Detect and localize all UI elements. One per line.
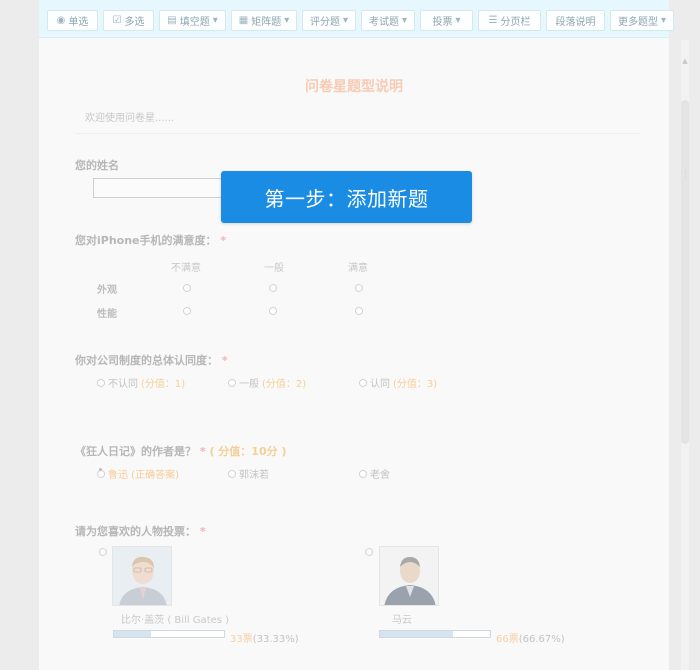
vote-progress-bar — [113, 630, 225, 638]
matrix-column-label: 不满意 — [171, 263, 201, 274]
dropdown-arrow-icon: ▾ — [660, 15, 667, 26]
matrix-radio[interactable] — [269, 307, 277, 315]
matrix-row-label: 外观 — [97, 285, 117, 296]
matrix-icon: ▦ — [238, 15, 249, 26]
survey-title[interactable]: 问卷星题型说明 — [39, 76, 669, 96]
multiple-choice-button[interactable]: ☑ 多选 — [103, 10, 154, 31]
matrix-column-label: 满意 — [348, 263, 368, 274]
fill-blank-button[interactable]: ▤ 填空题 ▾ — [159, 10, 226, 31]
q3-option[interactable]: 不认同 (分值：1) — [97, 375, 185, 390]
radio-button-checked[interactable] — [97, 469, 105, 478]
q5-title[interactable]: 请为您喜欢的人物投票： * — [75, 523, 206, 539]
vote-progress-fill — [380, 631, 454, 637]
q3-option[interactable]: 认同 (分值：3) — [359, 375, 437, 390]
matrix-radio[interactable] — [269, 284, 277, 292]
matrix-row-label: 性能 — [97, 309, 117, 320]
q4-option-correct[interactable]: 鲁迅 (正确答案) — [97, 466, 179, 481]
vote-progress-bar — [379, 630, 491, 638]
portrait-image — [113, 547, 171, 605]
matrix-radio[interactable] — [355, 307, 363, 315]
radio-button[interactable] — [359, 469, 367, 478]
candidate-name: 马云 — [392, 615, 412, 626]
dropdown-arrow-icon: ▾ — [342, 15, 349, 26]
vote-button[interactable]: 投票 ▾ — [420, 10, 473, 31]
single-choice-button[interactable]: ◉ 单选 — [47, 10, 98, 31]
q1-title[interactable]: 您的姓名 — [75, 157, 119, 173]
q4-option[interactable]: 老舍 — [359, 466, 390, 481]
paragraph-note-button[interactable]: 段落说明 — [546, 10, 605, 31]
more-question-types-button[interactable]: 更多题型 ▾ — [610, 10, 674, 31]
q4-title[interactable]: 《狂人日记》的作者是？ * ( 分值：10分 ) — [75, 443, 286, 459]
scroll-up-arrow-icon[interactable]: ▲ — [681, 56, 689, 66]
resize-handle-icon: ⋮ — [681, 170, 690, 180]
radio-icon: ◉ — [56, 15, 66, 26]
exam-question-button[interactable]: 考试题 ▾ — [361, 10, 415, 31]
matrix-radio[interactable] — [355, 284, 363, 292]
q3-option[interactable]: 一般 (分值：2) — [228, 375, 306, 390]
portrait-image — [380, 547, 438, 605]
radio-button[interactable] — [228, 378, 236, 387]
candidate-name: 比尔·盖茨 ( Bill Gates ) — [121, 615, 230, 626]
jack-ma-photo — [379, 546, 439, 606]
matrix-radio[interactable] — [183, 307, 191, 315]
radio-button[interactable] — [228, 469, 236, 478]
required-mark: * — [199, 525, 206, 538]
text-field-icon: ▤ — [167, 15, 177, 26]
page-break-button[interactable]: ☰ 分页栏 — [478, 10, 541, 31]
vote-count: 66票(66.67%) — [496, 634, 565, 645]
checkbox-icon: ☑ — [112, 15, 122, 26]
dropdown-arrow-icon: ▾ — [455, 15, 461, 26]
q2-title[interactable]: 您对iPhone手机的满意度： * — [75, 232, 226, 248]
matrix-column-label: 一般 — [264, 263, 284, 274]
survey-welcome-text[interactable]: 欢迎使用问卷星...... — [75, 108, 640, 134]
required-mark: * — [199, 445, 206, 458]
dropdown-arrow-icon: ▾ — [212, 15, 218, 26]
matrix-radio[interactable] — [183, 284, 191, 292]
required-mark: * — [220, 234, 227, 247]
vote-radio[interactable] — [99, 548, 107, 556]
name-input[interactable] — [93, 178, 233, 198]
bill-gates-photo — [112, 546, 172, 606]
tutorial-step-banner: 第一步：添加新题 — [221, 171, 472, 223]
vote-count: 33票(33.33%) — [230, 634, 299, 645]
dropdown-arrow-icon: ▾ — [401, 15, 408, 26]
matrix-question-button[interactable]: ▦ 矩阵题 ▾ — [231, 10, 297, 31]
radio-button[interactable] — [359, 378, 367, 387]
dropdown-arrow-icon: ▾ — [284, 15, 290, 26]
q4-option[interactable]: 郭沫若 — [228, 466, 269, 481]
vote-progress-fill — [114, 631, 151, 637]
radio-button[interactable] — [97, 378, 105, 387]
vote-radio[interactable] — [365, 548, 373, 556]
required-mark: * — [221, 354, 228, 367]
q3-title[interactable]: 你对公司制度的总体认同度： * — [75, 352, 228, 368]
scroll-thumb[interactable] — [681, 100, 689, 444]
page-break-icon: ☰ — [488, 15, 498, 26]
scrollbar[interactable] — [679, 40, 691, 670]
rating-question-button[interactable]: 评分题 ▾ — [302, 10, 356, 31]
